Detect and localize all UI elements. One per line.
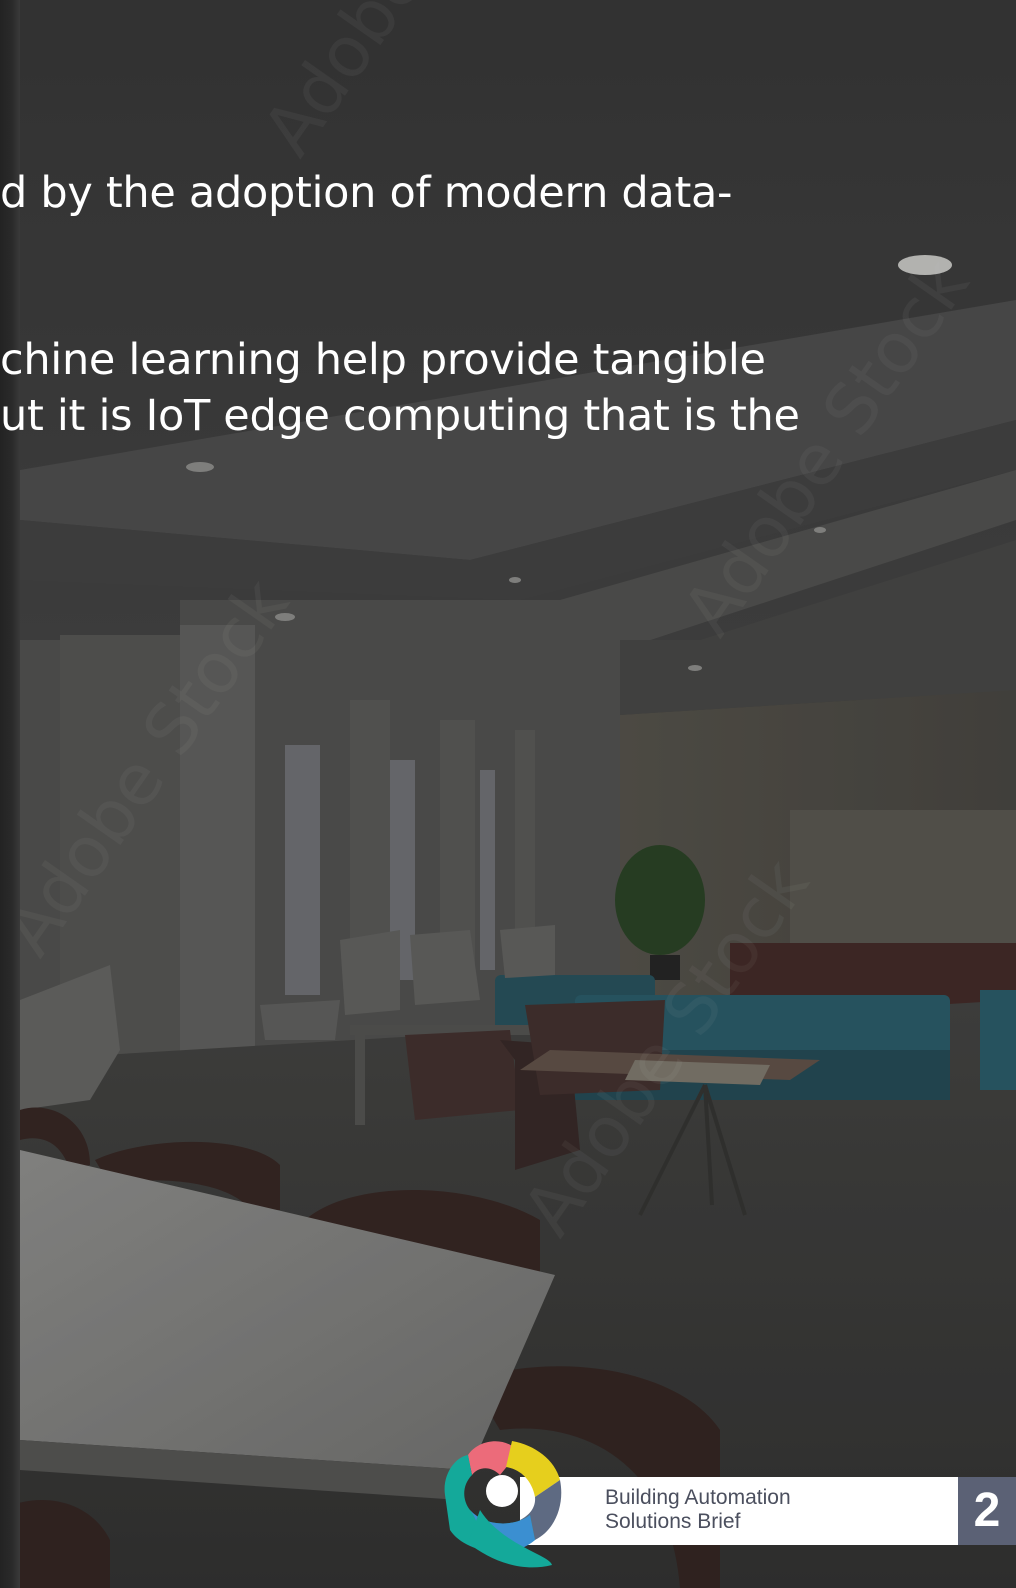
body-text: d by the adoption of modern data- chine … [0,165,1016,444]
body-text-line: ut it is IoT edge computing that is the [0,391,800,441]
page-number: 2 [973,1484,1001,1537]
body-text-line: d by the adoption of modern data- [0,168,733,218]
footer-title: Building Automation Solutions Brief [605,1486,935,1534]
footer-title-line: Building Automation [605,1486,791,1509]
body-text-line: chine learning help provide tangible [0,335,766,385]
footer-title-line: Solutions Brief [605,1510,741,1533]
brand-logo-icon [444,1441,562,1568]
page-number-box: 2 [955,1477,1016,1545]
